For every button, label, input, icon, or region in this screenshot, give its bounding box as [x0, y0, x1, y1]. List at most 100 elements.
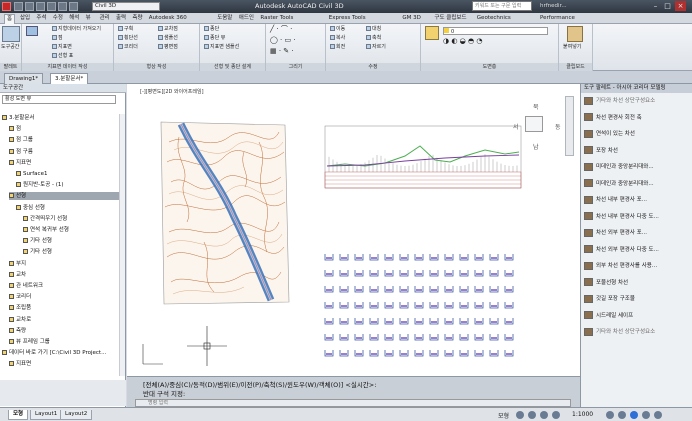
move-button[interactable]: 이동 — [330, 26, 345, 33]
tool-palette-item[interactable]: 미데인과 중앙분리대와... — [584, 179, 654, 190]
tab-model[interactable]: 모형 — [8, 410, 29, 420]
layer-tools-icon[interactable]: ◑ ◐ ◒ ◓ ◔ — [443, 38, 482, 45]
tree-node[interactable]: 간격띄우기 선형 — [23, 215, 120, 223]
profile-view-button[interactable]: 종단 뷰 — [204, 35, 225, 42]
tree-node[interactable]: 뷰 프레임 그룹 — [9, 338, 120, 346]
customize-icon[interactable] — [654, 411, 662, 419]
viewcube-south[interactable]: 남 — [533, 142, 539, 151]
open-icon[interactable] — [25, 2, 34, 11]
select-icon[interactable] — [26, 26, 38, 36]
tool-palette-item[interactable]: 미데인과 중앙분리대와... — [584, 162, 654, 173]
tab-layout2[interactable]: Layout2 — [60, 410, 93, 420]
tool-palette-item[interactable]: 차선 내부 편경사 다중 도... — [584, 212, 659, 223]
hatch-icon[interactable]: ▦ · ✎ · — [270, 48, 294, 55]
new-icon[interactable] — [14, 2, 23, 11]
redo-icon[interactable] — [69, 2, 78, 11]
layer-properties-icon[interactable] — [425, 26, 439, 40]
tool-palette-item[interactable]: 기타와 차선 상단구성요소 — [584, 327, 655, 338]
tree-node[interactable]: 점 — [9, 125, 120, 133]
ribbon-tab[interactable]: 애드인 — [237, 14, 256, 24]
tool-palette-item[interactable]: 외부 차선 편경사를 사용... — [584, 261, 657, 272]
tree-node[interactable]: 선형 — [9, 192, 120, 201]
ribbon-tab[interactable]: GM 3D — [400, 14, 423, 24]
alignment-button[interactable]: 선형 표 — [52, 53, 73, 60]
feature-line-button[interactable]: 횡단선 — [118, 35, 138, 42]
tree-node[interactable]: 교차 — [9, 271, 120, 279]
tool-palette-item[interactable]: 차선 편경사 회전 축 — [584, 113, 642, 124]
tree-node[interactable]: 부지 — [9, 260, 120, 268]
paste-icon[interactable] — [567, 26, 583, 42]
rotate-button[interactable]: 회전 — [330, 44, 345, 51]
ribbon-tab[interactable]: Raster Tools — [258, 14, 295, 24]
tree-node[interactable]: 교차로 — [9, 316, 120, 324]
tool-palette-item[interactable]: 기타와 차선 상단구성요소 — [584, 96, 655, 107]
viewcube[interactable]: 북 서 동 남 — [513, 102, 561, 151]
ribbon-tab[interactable]: Express Tools — [327, 14, 368, 24]
isolate-icon[interactable] — [618, 411, 626, 419]
tree-node[interactable]: 3.분할문서 — [2, 114, 120, 122]
save-icon[interactable] — [36, 2, 45, 11]
tree-node[interactable]: 지표면 — [9, 360, 120, 368]
layer-select[interactable]: 0 — [443, 27, 548, 35]
model-space-label[interactable]: 모형 — [498, 411, 509, 420]
grid-icon[interactable] — [516, 411, 524, 419]
ribbon-tab[interactable]: 측량 — [130, 14, 144, 24]
viewcube-west[interactable]: 서 — [513, 122, 519, 131]
line-icon[interactable]: ╱ · ⌒ · — [270, 26, 292, 33]
ribbon-tab[interactable]: 구도 클립보드 — [432, 14, 468, 24]
copy-button[interactable]: 복사 — [330, 35, 345, 42]
tool-palette-item[interactable]: 포물선형 차선 — [584, 278, 628, 289]
viewcube-north[interactable]: 북 — [533, 102, 539, 111]
tree-node[interactable]: 지표면 — [9, 159, 120, 167]
user-name[interactable]: hrfnedir... — [540, 3, 567, 9]
import-survey-button[interactable]: 지형데이터 가져오기 — [52, 26, 101, 33]
saveas-icon[interactable] — [47, 2, 56, 11]
ribbon-tab[interactable]: 수정 — [51, 14, 65, 24]
search-input[interactable]: 키워드 또는 구문 입력 — [472, 1, 532, 11]
ribbon-tab[interactable]: 출력 — [114, 14, 128, 24]
circle-icon[interactable]: ◯ · ▭ · — [270, 37, 296, 44]
viewport-label[interactable]: [-][평면도][2D 와이어프레임] — [140, 88, 204, 95]
minimize-icon[interactable]: – — [650, 1, 661, 11]
ribbon-tab[interactable]: Autodesk 360 — [147, 14, 189, 24]
tree-node[interactable]: 점 구름 — [9, 148, 120, 156]
doc-tab-drawing1[interactable]: Drawing1* — [4, 73, 44, 84]
tree-node[interactable]: 관 네트워크 — [9, 282, 120, 290]
ribbon-tab[interactable]: Performance — [538, 14, 577, 24]
ribbon-tab[interactable]: 뷰 — [84, 14, 93, 24]
annotation-scale[interactable]: 1:1000 — [572, 411, 593, 418]
ribbon-tab[interactable]: 홈 — [4, 14, 16, 24]
ribbon-tab[interactable]: 도움말 — [215, 14, 234, 24]
tab-layout1[interactable]: Layout1 — [30, 410, 63, 420]
app-logo-icon[interactable] — [2, 2, 11, 11]
polar-icon[interactable] — [552, 411, 560, 419]
tree-node[interactable]: 연석 복귀부 선형 — [23, 226, 120, 234]
viewcube-east[interactable]: 동 — [555, 122, 561, 131]
viewcube-face[interactable] — [525, 116, 543, 132]
parcel-button[interactable]: 구획 — [118, 26, 133, 33]
navigation-bar[interactable] — [565, 96, 574, 156]
view-select[interactable]: 활성 도면 뷰 — [2, 95, 116, 104]
mirror-button[interactable]: 대칭 — [366, 26, 381, 33]
tree-node[interactable]: 기타 선형 — [23, 248, 120, 256]
tool-palette-item[interactable]: 갓길 포장 구조물 — [584, 294, 635, 305]
tree-node[interactable]: 조립품 — [9, 304, 120, 312]
ribbon-tab[interactable]: Geotechnics — [475, 14, 513, 24]
workspace-select[interactable]: Civil 3D — [92, 2, 160, 11]
points-button[interactable]: 점 — [52, 35, 63, 42]
paste-button[interactable]: 붙여넣기 — [563, 44, 581, 51]
tool-palette-item[interactable]: 차선 내부 편경사 포... — [584, 195, 647, 206]
tree-node[interactable]: 측량 — [9, 327, 120, 335]
tool-palette-item[interactable]: 차선 외부 편경사 포... — [584, 228, 647, 239]
tree-node[interactable]: 코리더 — [9, 293, 120, 301]
tool-palette-item[interactable]: 차선 외부 편경사 다중 도... — [584, 245, 659, 256]
section-view-button[interactable]: 지표면 샘플선 — [204, 44, 239, 51]
sample-line-button[interactable]: 샘플선 — [158, 35, 178, 42]
ribbon-tab[interactable]: 해석 — [67, 14, 81, 24]
ribbon-tab[interactable]: 주석 — [34, 14, 48, 24]
workspace-icon[interactable] — [606, 411, 614, 419]
toolspace-icon[interactable] — [2, 26, 20, 42]
tool-palette-item[interactable]: 연석이 있는 차선 — [584, 129, 635, 140]
tree-node[interactable]: 중심 선형 — [16, 204, 120, 212]
intersection-button[interactable]: 교차점 — [158, 26, 178, 33]
